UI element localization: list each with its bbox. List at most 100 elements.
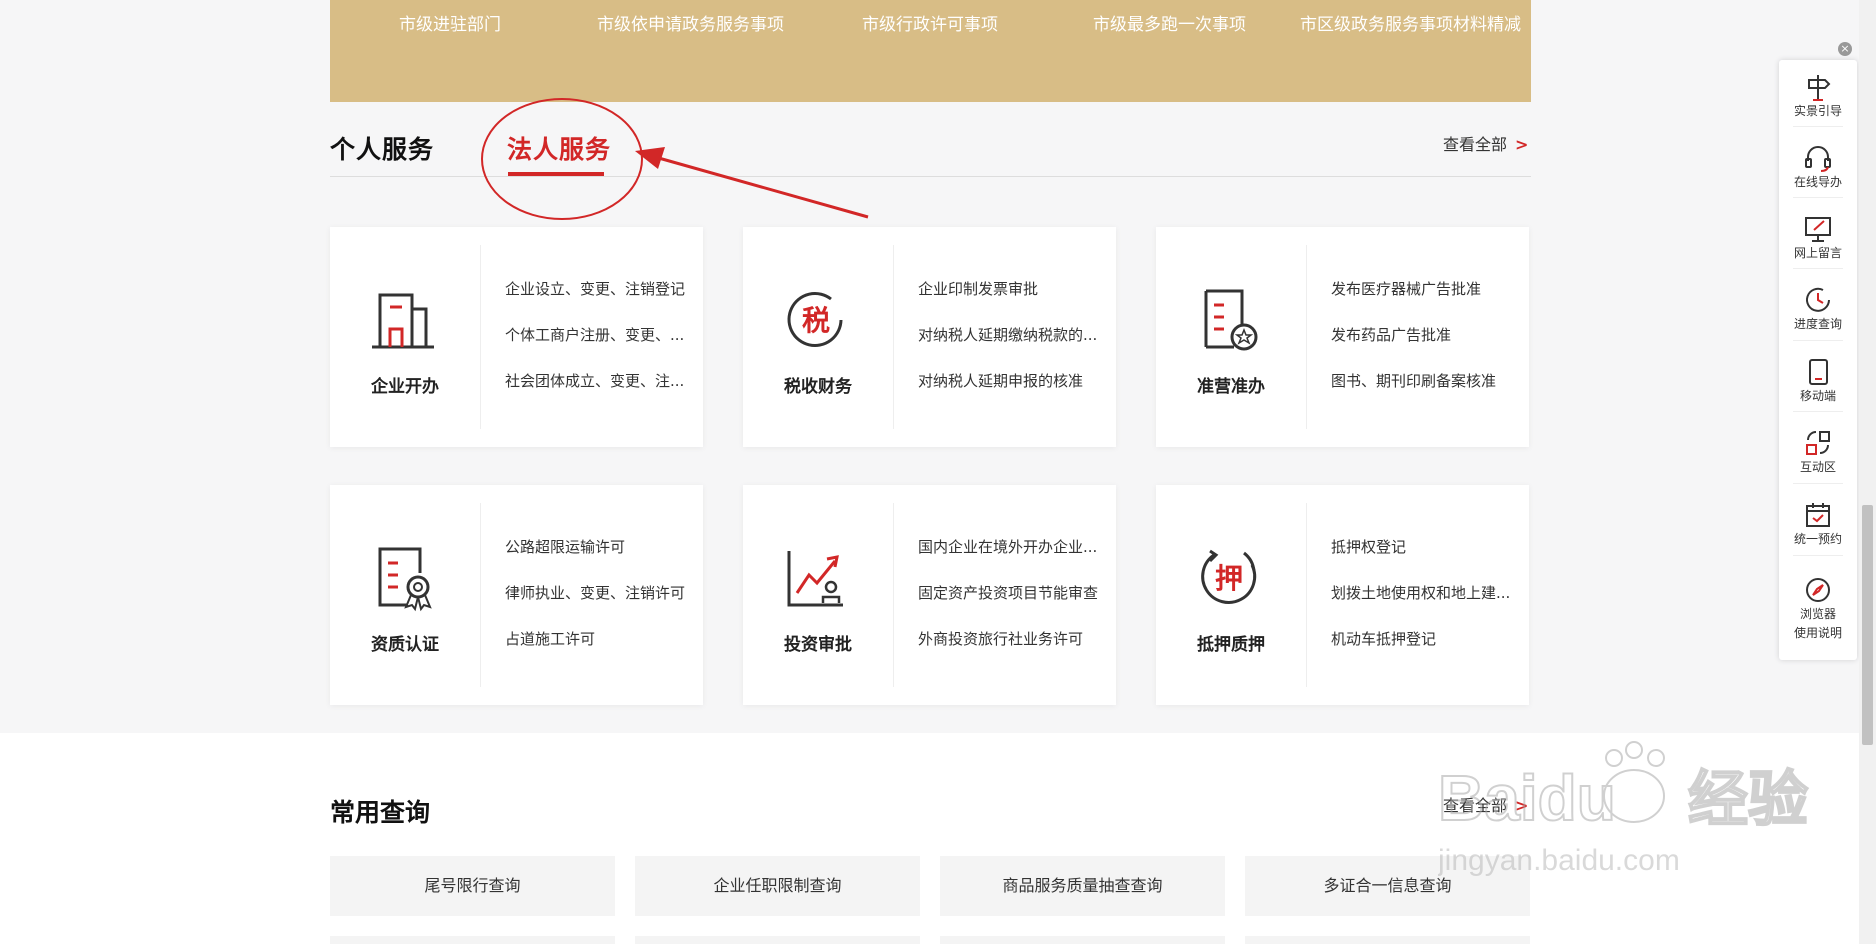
scrollbar-thumb[interactable]	[1862, 505, 1873, 745]
card-link[interactable]: 国内企业在境外开办企业...	[918, 537, 1108, 583]
toolbar-label: 实景引导	[1793, 104, 1842, 118]
compass-icon	[1806, 578, 1830, 602]
toolbar-separator	[1793, 411, 1843, 412]
card-link[interactable]: 对纳税人延期缴纳税款的...	[918, 325, 1108, 371]
card-header: 税 税收财务	[743, 227, 893, 447]
toolbar-separator	[1793, 197, 1843, 198]
query-button-plate-restriction[interactable]: 尾号限行查询	[330, 856, 615, 916]
toolbar-label: 移动端	[1799, 389, 1836, 403]
tablet-icon	[1809, 359, 1828, 385]
card-divider	[893, 503, 894, 687]
card-link[interactable]: 抵押权登记	[1331, 537, 1521, 583]
clock-icon	[1806, 287, 1830, 312]
view-all-services-link[interactable]: 查看全部 >	[1443, 131, 1528, 155]
card-link-list: 企业印制发票审批 对纳税人延期缴纳税款的... 对纳税人延期申报的核准	[918, 279, 1108, 417]
toolbar-label: 浏览器	[1799, 607, 1836, 621]
card-link-list: 公路超限运输许可 律师执业、变更、注销许可 占道施工许可	[505, 537, 695, 675]
toolbar-item-online-message[interactable]: 网上留言	[1779, 214, 1857, 263]
card-link[interactable]: 占道施工许可	[505, 629, 695, 675]
banner-link-permit-items[interactable]: 市级行政许可事项	[862, 10, 998, 35]
toolbar-separator	[1793, 340, 1843, 341]
card-header: 企业开办	[330, 227, 480, 447]
chevron-right-icon: >	[1515, 796, 1529, 815]
toolbar-item-mobile[interactable]: 移动端	[1779, 357, 1857, 406]
toolbar-label: 互动区	[1799, 460, 1836, 474]
document-star-icon	[1204, 289, 1258, 351]
toolbar-label: 统一预约	[1793, 532, 1842, 546]
interaction-icon	[1806, 431, 1830, 455]
scrollbar-track[interactable]	[1859, 0, 1876, 944]
toolbar-separator	[1793, 483, 1843, 484]
service-card-investment-approval[interactable]: 投资审批 国内企业在境外开办企业... 固定资产投资项目节能审查 外商投资旅行社…	[743, 485, 1116, 705]
card-link[interactable]: 企业印制发票审批	[918, 279, 1108, 325]
toolbar-item-appointment[interactable]: 统一预约	[1779, 500, 1857, 549]
card-title: 税收财务	[784, 377, 852, 397]
toolbar-label: 进度查询	[1793, 317, 1842, 331]
card-header: 准营准办	[1156, 227, 1306, 447]
card-link[interactable]: 外商投资旅行社业务许可	[918, 629, 1108, 675]
query-button-multi-cert-info[interactable]: 多证合一信息查询	[1245, 856, 1530, 916]
top-banner: 市级进驻部门 市级依申请政务服务事项 市级行政许可事项 市级最多跑一次事项 市区…	[330, 0, 1531, 102]
card-link[interactable]: 公路超限运输许可	[505, 537, 695, 583]
card-link-list: 企业设立、变更、注销登记 个体工商户注册、变更、... 社会团体成立、变更、注.…	[505, 279, 695, 417]
view-all-label: 查看全部	[1443, 135, 1508, 154]
card-title: 企业开办	[371, 377, 439, 397]
toolbar-item-progress-query[interactable]: 进度查询	[1779, 285, 1857, 334]
toolbar-item-scene-guide[interactable]: 实景引导	[1779, 72, 1857, 121]
card-link[interactable]: 个体工商户注册、变更、...	[505, 325, 695, 371]
certificate-icon	[378, 547, 432, 612]
card-title: 准营准办	[1197, 377, 1265, 397]
toolbar-item-online-guide[interactable]: 在线导办	[1779, 143, 1857, 192]
card-link-list: 发布医疗器械广告批准 发布药品广告批准 图书、期刊印刷备案核准	[1331, 279, 1521, 417]
card-divider	[1306, 245, 1307, 429]
signpost-icon	[1808, 75, 1831, 101]
service-card-business-license[interactable]: 准营准办 发布医疗器械广告批准 发布药品广告批准 图书、期刊印刷备案核准	[1156, 227, 1529, 447]
right-toolbar: 实景引导 在线导办 网上留言 进度查询 移动端 互动区 统一预约 浏览器 使用说…	[1779, 60, 1857, 660]
card-link[interactable]: 机动车抵押登记	[1331, 629, 1521, 675]
tab-legal-service[interactable]: 法人服务	[507, 130, 611, 166]
chevron-right-icon: >	[1515, 135, 1529, 154]
banner-link-application-items[interactable]: 市级依申请政务服务事项	[597, 10, 784, 35]
query-button-partial[interactable]	[330, 936, 615, 944]
card-link[interactable]: 划拨土地使用权和地上建...	[1331, 583, 1521, 629]
card-link[interactable]: 固定资产投资项目节能审查	[918, 583, 1108, 629]
toolbar-label: 在线导办	[1793, 175, 1842, 189]
card-link[interactable]: 社会团体成立、变更、注...	[505, 371, 695, 417]
service-card-qualification[interactable]: 资质认证 公路超限运输许可 律师执业、变更、注销许可 占道施工许可	[330, 485, 703, 705]
card-link[interactable]: 发布药品广告批准	[1331, 325, 1521, 371]
card-link[interactable]: 对纳税人延期申报的核准	[918, 371, 1108, 417]
card-divider	[893, 245, 894, 429]
banner-link-departments[interactable]: 市级进驻部门	[399, 10, 501, 35]
card-divider	[480, 503, 481, 687]
view-all-query-link[interactable]: 查看全部 >	[1443, 792, 1528, 816]
banner-link-one-visit-items[interactable]: 市级最多跑一次事项	[1093, 10, 1246, 35]
card-title: 资质认证	[371, 635, 439, 655]
toolbar-close-icon[interactable]: ×	[1838, 42, 1852, 56]
card-link[interactable]: 企业设立、变更、注销登记	[505, 279, 695, 325]
tabs-divider	[330, 176, 1531, 177]
toolbar-label: 使用说明	[1793, 626, 1842, 640]
query-button-employment-restriction[interactable]: 企业任职限制查询	[635, 856, 920, 916]
query-button-partial[interactable]	[940, 936, 1225, 944]
service-card-tax-finance[interactable]: 税 税收财务 企业印制发票审批 对纳税人延期缴纳税款的... 对纳税人延期申报的…	[743, 227, 1116, 447]
query-button-partial[interactable]	[1245, 936, 1530, 944]
investment-chart-icon	[787, 551, 843, 607]
card-title: 投资审批	[784, 635, 852, 655]
card-link[interactable]: 发布医疗器械广告批准	[1331, 279, 1521, 325]
toolbar-label: 网上留言	[1793, 246, 1842, 260]
service-card-mortgage[interactable]: 押 抵押质押 抵押权登记 划拨土地使用权和地上建... 机动车抵押登记	[1156, 485, 1529, 705]
toolbar-separator	[1793, 126, 1843, 127]
query-button-partial[interactable]	[635, 936, 920, 944]
banner-link-material-reduction[interactable]: 市区级政务服务事项材料精减	[1300, 10, 1521, 35]
toolbar-separator	[1793, 268, 1843, 269]
toolbar-item-browser-guide[interactable]: 浏览器 使用说明	[1779, 575, 1857, 643]
card-divider	[480, 245, 481, 429]
card-link[interactable]: 律师执业、变更、注销许可	[505, 583, 695, 629]
service-card-enterprise-startup[interactable]: 企业开办 企业设立、变更、注销登记 个体工商户注册、变更、... 社会团体成立、…	[330, 227, 703, 447]
card-header: 资质认证	[330, 485, 480, 705]
card-link[interactable]: 图书、期刊印刷备案核准	[1331, 371, 1521, 417]
card-title: 抵押质押	[1197, 635, 1265, 655]
tab-personal-service[interactable]: 个人服务	[330, 130, 434, 166]
toolbar-item-interaction[interactable]: 互动区	[1779, 428, 1857, 477]
query-button-quality-inspection[interactable]: 商品服务质量抽查查询	[940, 856, 1225, 916]
